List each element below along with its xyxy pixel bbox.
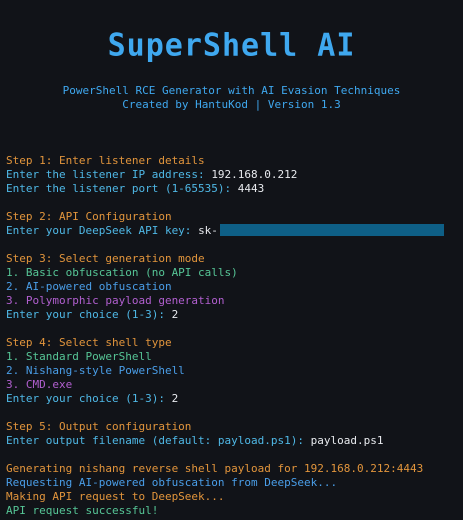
- status-success: API request successful!: [6, 504, 159, 517]
- banner-tagline: PowerShell RCE Generator with AI Evasion…: [62, 84, 401, 97]
- shell-choice-line: Enter your choice (1-3): 2: [6, 392, 178, 406]
- port-prompt: Enter the listener port (1-65535):: [6, 182, 232, 195]
- shell-option-3: 3. CMD.exe: [6, 378, 73, 391]
- ip-prompt: Enter the listener IP address:: [6, 168, 205, 181]
- mode-choice-prompt: Enter your choice (1-3):: [6, 308, 165, 321]
- shell-option-2: 2. Nishang-style PowerShell: [6, 364, 185, 377]
- api-key-prompt: Enter your DeepSeek API key:: [6, 224, 192, 237]
- api-key-prefix: sk-: [198, 224, 218, 237]
- step2-header: Step 2: API Configuration: [6, 210, 172, 223]
- step4-header: Step 4: Select shell type: [6, 336, 172, 349]
- status-api-request: Making API request to DeepSeek...: [6, 490, 225, 503]
- output-file-line: Enter output filename (default: payload.…: [6, 434, 384, 448]
- output-file-prompt: Enter output filename (default: payload.…: [6, 434, 305, 447]
- logo-title: SuperShell AI: [107, 27, 356, 64]
- ip-value: 192.168.0.212: [211, 168, 298, 181]
- banner-credits: Created by HantuKod | Version 1.3: [122, 98, 341, 111]
- shell-choice-prompt: Enter your choice (1-3):: [6, 392, 165, 405]
- port-prompt-line: Enter the listener port (1-65535): 4443: [6, 182, 264, 196]
- step1-header: Step 1: Enter listener details: [6, 154, 205, 167]
- step5-header: Step 5: Output configuration: [6, 420, 192, 433]
- api-key-line: Enter your DeepSeek API key: sk-: [6, 224, 444, 238]
- api-key-redaction: [219, 224, 444, 236]
- mode-option-3: 3. Polymorphic payload generation: [6, 294, 225, 307]
- mode-option-2: 2. AI-powered obfuscation: [6, 280, 172, 293]
- terminal-window[interactable]: SuperShell AI PowerShell RCE Generator w…: [0, 0, 463, 520]
- status-requesting: Requesting AI-powered obfuscation from D…: [6, 476, 338, 489]
- mode-option-1: 1. Basic obfuscation (no API calls): [6, 266, 238, 279]
- step3-header: Step 3: Select generation mode: [6, 252, 205, 265]
- shell-option-1: 1. Standard PowerShell: [6, 350, 152, 363]
- port-value: 4443: [237, 182, 265, 195]
- ip-prompt-line: Enter the listener IP address: 192.168.0…: [6, 168, 297, 182]
- mode-choice-line: Enter your choice (1-3): 2: [6, 308, 178, 322]
- status-generating: Generating nishang reverse shell payload…: [6, 462, 424, 475]
- mode-choice-value: 2: [171, 308, 179, 321]
- shell-choice-value: 2: [171, 392, 179, 405]
- output-file-value: payload.ps1: [310, 434, 384, 447]
